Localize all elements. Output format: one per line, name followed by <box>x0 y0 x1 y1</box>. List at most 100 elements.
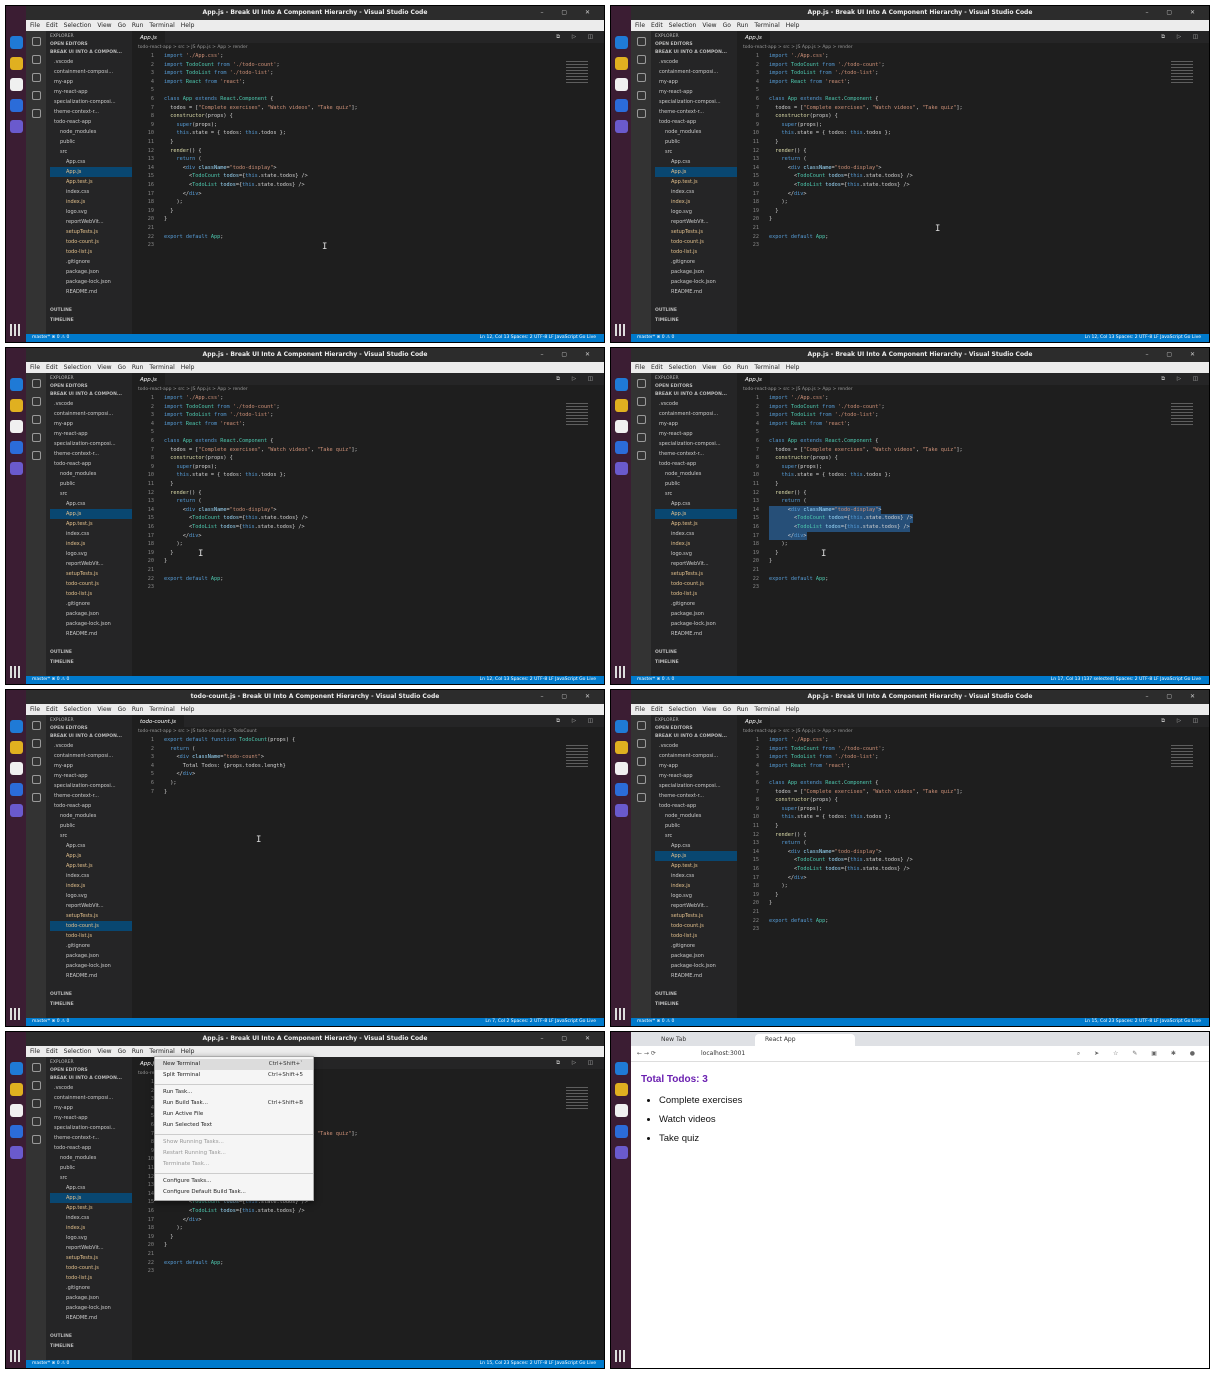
window-controls[interactable]: – ▢ ✕ <box>1145 6 1203 20</box>
file-tree-item[interactable]: App.css <box>50 1183 132 1193</box>
file-tree-item[interactable]: README.md <box>655 971 737 981</box>
menu-go[interactable]: Go <box>118 22 126 29</box>
dock-app-icon[interactable] <box>614 420 628 433</box>
file-tree-item[interactable]: public <box>50 479 132 489</box>
editor-actions[interactable]: ⧉ ▷ ◫ <box>556 715 598 727</box>
file-tree-item[interactable]: specialization-composi... <box>50 439 132 449</box>
file-tree-item[interactable]: src <box>50 1173 132 1183</box>
window-controls[interactable]: – ▢ ✕ <box>540 1032 598 1046</box>
editor-tab[interactable]: App.js <box>132 31 165 44</box>
nav-buttons[interactable]: ← → ⟳ <box>637 1050 656 1057</box>
menu-selection[interactable]: Selection <box>64 22 92 29</box>
show-apps-icon[interactable] <box>10 1350 22 1362</box>
menu-edit[interactable]: Edit <box>46 364 58 371</box>
dock-app-icon[interactable] <box>9 1104 23 1117</box>
outline-section[interactable]: OUTLINE <box>50 648 74 658</box>
project-folder[interactable]: BREAK UI INTO A COMPON... <box>50 50 132 55</box>
menu-file[interactable]: File <box>30 1048 40 1055</box>
timeline-section[interactable]: TIMELINE <box>655 316 679 326</box>
file-tree-item[interactable]: node_modules <box>655 127 737 137</box>
project-folder[interactable]: BREAK UI INTO A COMPON... <box>50 1076 132 1081</box>
search-icon[interactable] <box>31 739 41 748</box>
file-tree-item[interactable]: theme-context-r... <box>50 449 132 459</box>
file-tree-item[interactable]: App.css <box>50 157 132 167</box>
file-tree-item[interactable]: reportWebVit... <box>655 901 737 911</box>
menu-run[interactable]: Run <box>132 364 144 371</box>
show-apps-icon[interactable] <box>615 324 627 336</box>
file-tree-item[interactable]: public <box>655 137 737 147</box>
search-icon[interactable] <box>636 55 646 64</box>
run-debug-icon[interactable] <box>636 433 646 442</box>
file-tree-item[interactable]: .gitignore <box>50 257 132 267</box>
dock-app-icon[interactable] <box>9 741 23 754</box>
terminal-menu-item[interactable]: Run Active File <box>155 1109 313 1120</box>
file-tree-item[interactable]: App.test.js <box>50 177 132 187</box>
file-tree-item[interactable]: README.md <box>655 287 737 297</box>
code-editor[interactable]: 1 import './App.css'; 2 import TodoCount fr… <box>132 394 604 596</box>
file-tree-item[interactable]: my-react-app <box>50 87 132 97</box>
editor-actions[interactable]: ⧉ ▷ ◫ <box>556 31 598 43</box>
git-branch-status[interactable]: master* ⊗ 0 ⚠ 0 <box>32 1019 69 1024</box>
file-tree-item[interactable]: index.css <box>50 1213 132 1223</box>
menu-terminal[interactable]: Terminal <box>149 706 174 713</box>
file-tree-item[interactable]: index.js <box>50 881 132 891</box>
extensions-icon[interactable] <box>31 1135 41 1144</box>
extensions-icon[interactable] <box>636 451 646 460</box>
file-tree-item[interactable]: package.json <box>50 267 132 277</box>
project-folder[interactable]: BREAK UI INTO A COMPON... <box>655 734 737 739</box>
menu-go[interactable]: Go <box>723 22 731 29</box>
file-tree-item[interactable]: App.js <box>655 509 737 519</box>
code-editor[interactable]: 1 import './App.css'; 2 import TodoCount fr… <box>737 394 1209 596</box>
editor-actions[interactable]: ⧉ ▷ ◫ <box>556 1057 598 1069</box>
terminal-menu-item[interactable]: Run Build Task... Ctrl+Shift+B <box>155 1098 313 1109</box>
file-tree-item[interactable]: public <box>655 821 737 831</box>
menu-edit[interactable]: Edit <box>46 706 58 713</box>
file-tree-item[interactable]: src <box>655 831 737 841</box>
editor-tab[interactable]: App.js <box>737 715 770 728</box>
menu-selection[interactable]: Selection <box>669 22 697 29</box>
dock-app-icon[interactable] <box>9 804 23 817</box>
file-tree-item[interactable]: App.js <box>50 1193 132 1203</box>
file-tree-item[interactable]: README.md <box>50 971 132 981</box>
file-tree-item[interactable]: package.json <box>50 609 132 619</box>
menu-file[interactable]: File <box>635 364 645 371</box>
minimap[interactable] <box>566 403 588 425</box>
search-icon[interactable] <box>31 397 41 406</box>
file-tree-item[interactable]: App.test.js <box>655 861 737 871</box>
cursor-position-status[interactable]: Ln 15, Col 23 Spaces: 2 UTF-8 LF JavaScr… <box>1085 1018 1201 1026</box>
git-branch-status[interactable]: master* ⊗ 0 ⚠ 0 <box>32 677 69 682</box>
file-tree-item[interactable]: .vscode <box>50 1083 132 1093</box>
menu-edit[interactable]: Edit <box>46 22 58 29</box>
file-tree-item[interactable]: my-app <box>655 419 737 429</box>
file-tree-item[interactable]: reportWebVit... <box>655 217 737 227</box>
file-tree-item[interactable]: index.css <box>50 529 132 539</box>
extensions-icon[interactable] <box>31 793 41 802</box>
search-icon[interactable] <box>31 55 41 64</box>
file-tree-item[interactable]: README.md <box>50 629 132 639</box>
cursor-position-status[interactable]: Ln 15, Col 23 Spaces: 2 UTF-8 LF JavaScr… <box>480 1360 596 1368</box>
file-tree-item[interactable]: my-app <box>655 761 737 771</box>
editor-tab[interactable]: App.js <box>737 373 770 386</box>
terminal-menu-item[interactable]: New Terminal Ctrl+Shift+` <box>155 1059 313 1071</box>
show-apps-icon[interactable] <box>10 1008 22 1020</box>
file-tree-item[interactable]: todo-react-app <box>50 459 132 469</box>
file-tree-item[interactable]: specialization-composi... <box>655 439 737 449</box>
file-tree-item[interactable]: logo.svg <box>655 891 737 901</box>
terminal-menu-item[interactable]: Configure Default Build Task... <box>155 1187 313 1198</box>
file-tree-item[interactable]: specialization-composi... <box>50 781 132 791</box>
cursor-position-status[interactable]: Ln 12, Col 13 Spaces: 2 UTF-8 LF JavaScr… <box>1085 334 1201 342</box>
file-tree-item[interactable]: App.test.js <box>50 1203 132 1213</box>
files-icon[interactable] <box>31 379 41 388</box>
source-control-icon[interactable] <box>31 73 41 82</box>
file-tree-item[interactable]: my-react-app <box>50 771 132 781</box>
file-tree-item[interactable]: .gitignore <box>655 941 737 951</box>
show-apps-icon[interactable] <box>615 666 627 678</box>
menu-go[interactable]: Go <box>723 364 731 371</box>
file-tree-item[interactable]: logo.svg <box>50 549 132 559</box>
file-tree-item[interactable]: App.js <box>655 167 737 177</box>
search-icon[interactable] <box>636 739 646 748</box>
file-tree-item[interactable]: my-app <box>655 77 737 87</box>
menu-edit[interactable]: Edit <box>651 364 663 371</box>
file-tree-item[interactable]: README.md <box>50 1313 132 1323</box>
timeline-section[interactable]: TIMELINE <box>50 658 74 668</box>
